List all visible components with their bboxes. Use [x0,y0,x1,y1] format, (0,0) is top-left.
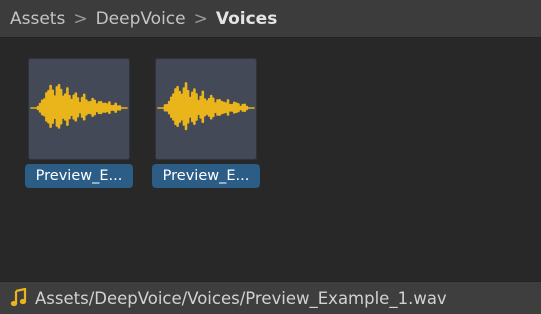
asset-thumbnail[interactable] [28,58,130,160]
asset-thumbnail[interactable] [155,58,257,160]
audio-waveform-icon [30,83,128,129]
breadcrumb-item-deepvoice[interactable]: DeepVoice [96,9,186,29]
music-note-icon [10,288,27,307]
breadcrumb-separator: > [193,8,208,29]
asset-label[interactable]: Preview_E... [25,164,133,188]
breadcrumb: Assets > DeepVoice > Voices [0,0,541,38]
breadcrumb-item-assets[interactable]: Assets [10,9,65,29]
audio-waveform-icon [157,82,255,131]
status-bar: Assets/DeepVoice/Voices/Preview_Example_… [0,281,541,314]
breadcrumb-item-voices[interactable]: Voices [216,9,277,29]
asset-label[interactable]: Preview_E... [152,164,260,188]
breadcrumb-separator: > [73,8,88,29]
project-browser-window: Assets > DeepVoice > Voices Preview_E... [0,0,541,314]
selected-asset-path: Assets/DeepVoice/Voices/Preview_Example_… [35,288,447,308]
asset-grid: Preview_E... Preview_E... [0,38,541,281]
